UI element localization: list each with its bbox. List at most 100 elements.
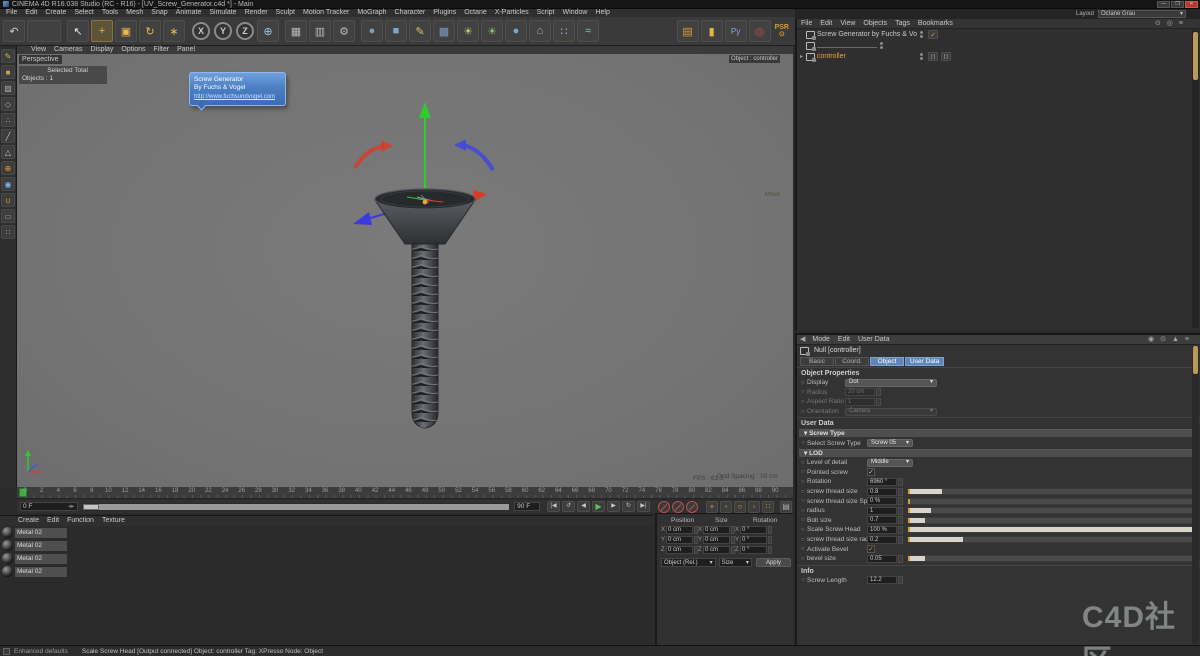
menu-main-x-particles[interactable]: X-Particles <box>491 9 533 17</box>
minimize-button[interactable]: — <box>1157 1 1170 8</box>
maximize-button[interactable]: ❐ <box>1171 1 1184 8</box>
coord-position-x-field[interactable]: 0 cm <box>666 526 693 534</box>
menu-main-mograph[interactable]: MoGraph <box>353 9 390 17</box>
screw-length-field[interactable]: 12.2 <box>867 576 897 584</box>
close-button[interactable]: ✕ <box>1185 1 1198 8</box>
enable-axis-icon[interactable]: ⊕ <box>1 161 15 175</box>
gizmo-center[interactable] <box>423 200 428 205</box>
screw-thread-size-radius-slider[interactable] <box>907 536 1196 543</box>
z-axis-button[interactable]: Z <box>236 22 254 40</box>
snap-icon[interactable]: ∪ <box>1 193 15 207</box>
menu-om-objects[interactable]: Objects <box>859 20 891 28</box>
keyframe-presets-button[interactable]: ▤ <box>780 501 792 513</box>
scale-screw-head-field[interactable]: 100 % <box>867 526 897 534</box>
goto-start-button[interactable]: |◀ <box>547 501 560 512</box>
menu-viewport-filter[interactable]: Filter <box>150 46 174 54</box>
cycle-button[interactable]: ↻ <box>622 501 635 512</box>
record-rotation-toggle[interactable]: ○ <box>734 501 746 513</box>
xpresso-tag-icon[interactable]: {:} <box>941 52 951 61</box>
menu-materials-texture[interactable]: Texture <box>98 517 129 525</box>
spinner[interactable] <box>898 555 903 563</box>
simulate-icon[interactable]: ≈ <box>577 20 599 42</box>
record-position-toggle[interactable]: + <box>706 501 718 513</box>
edges-mode-icon[interactable]: ╱ <box>1 129 15 143</box>
coord-rotation-x-field[interactable]: 0 ° <box>740 526 767 534</box>
spinner[interactable] <box>898 576 903 584</box>
open-project-icon[interactable]: ▤ <box>677 20 699 42</box>
coord-rotation-z-field[interactable]: 0 ° <box>740 546 767 554</box>
new-material-icon[interactable]: ● <box>361 20 383 42</box>
move-tool-icon[interactable]: + <box>91 20 113 42</box>
spinner[interactable] <box>768 546 772 554</box>
target-light-icon[interactable]: ☀ <box>481 20 503 42</box>
visibility-dots[interactable] <box>917 53 925 61</box>
make-editable-icon[interactable]: ✎ <box>1 49 15 63</box>
menu-om-file[interactable]: File <box>797 20 816 28</box>
menu-am-mode[interactable]: Mode <box>808 336 834 344</box>
material-item-4[interactable]: Metal 02 <box>0 565 653 578</box>
lock-icon[interactable]: ◉ <box>1145 335 1157 344</box>
menu-om-edit[interactable]: Edit <box>816 20 836 28</box>
om-scrollbar[interactable] <box>1192 30 1199 328</box>
visibility-dots[interactable] <box>877 42 885 50</box>
menu-am-user-data[interactable]: User Data <box>854 336 894 344</box>
material-item-2[interactable]: Metal 02 <box>0 539 653 552</box>
menu-viewport-view[interactable]: View <box>27 46 50 54</box>
menu-viewport-options[interactable]: Options <box>117 46 149 54</box>
render-settings-icon[interactable]: ⚙ <box>333 20 355 42</box>
viewport-solo-icon[interactable]: ◉ <box>1 177 15 191</box>
menu-main-script[interactable]: Script <box>533 9 559 17</box>
polygons-mode-icon[interactable]: △ <box>1 145 15 159</box>
coord-size-y-field[interactable]: 0 cm <box>703 536 730 544</box>
coord-rotation-y-field[interactable]: 0 ° <box>740 536 767 544</box>
loop-button[interactable]: ↺ <box>562 501 575 512</box>
timeline-range-slider[interactable] <box>82 503 511 511</box>
select-screw-type-dropdown[interactable]: Screw 05▾ <box>867 439 913 447</box>
menu-main-animate[interactable]: Animate <box>172 9 206 17</box>
bevel-size-field[interactable]: 0.05 <box>867 555 897 563</box>
menu-main-motion-tracker[interactable]: Motion Tracker <box>299 9 353 17</box>
display-dropdown[interactable]: Dot▾ <box>845 379 937 387</box>
search-icon[interactable]: ⊙ <box>1152 19 1164 28</box>
workplane-mode-icon[interactable]: ◇ <box>1 97 15 111</box>
menu-main-sculpt[interactable]: Sculpt <box>272 9 299 17</box>
menu-main-character[interactable]: Character <box>391 9 430 17</box>
pen-spline-icon[interactable]: ✎ <box>409 20 431 42</box>
panel-menu-icon[interactable]: ≡ <box>1182 335 1192 344</box>
render-picture-viewer-icon[interactable]: ▥ <box>309 20 331 42</box>
spinner[interactable] <box>898 516 903 524</box>
tab-user-data[interactable]: User Data <box>905 357 944 366</box>
tab-coord[interactable]: Coord. <box>835 357 869 366</box>
bolt-size-slider[interactable] <box>907 517 1196 524</box>
menu-om-tags[interactable]: Tags <box>891 20 914 28</box>
am-scrollbar-thumb[interactable] <box>1193 346 1198 374</box>
menu-main-simulate[interactable]: Simulate <box>205 9 240 17</box>
spinner[interactable] <box>898 526 903 534</box>
menu-viewport-display[interactable]: Display <box>86 46 117 54</box>
y-axis-button[interactable]: Y <box>214 22 232 40</box>
spinner[interactable] <box>898 497 903 505</box>
menu-materials-edit[interactable]: Edit <box>43 517 63 525</box>
spinner[interactable] <box>768 536 772 544</box>
coord-size-z-field[interactable]: 0 cm <box>703 546 730 554</box>
viewport-canvas[interactable]: Perspective Selected Total Objects : 1 O… <box>17 54 793 487</box>
radius-slider[interactable] <box>907 507 1196 514</box>
up-icon[interactable]: ▲ <box>1169 335 1182 344</box>
menu-main-help[interactable]: Help <box>591 9 613 17</box>
object-row-unnamed[interactable] <box>797 40 1200 51</box>
rotate-z-handle[interactable] <box>454 139 493 170</box>
coordinate-system-icon[interactable]: ⊕ <box>257 20 279 42</box>
level-of-detail-dropdown[interactable]: Middle▾ <box>867 459 913 467</box>
current-frame-field[interactable]: 0 F◂▸ <box>20 502 78 511</box>
scale-screw-head-slider[interactable] <box>907 526 1196 533</box>
rotate-tool-icon[interactable]: ↻ <box>139 20 161 42</box>
object-row-screw-generator-by-fuchs-vogel[interactable]: Screw Generator by Fuchs & Vogel✓ <box>797 29 1200 40</box>
last-tool-icon[interactable]: ∗ <box>163 20 185 42</box>
bevel-size-slider[interactable] <box>907 555 1196 562</box>
menu-main-window[interactable]: Window <box>559 9 592 17</box>
spinner[interactable] <box>898 478 903 486</box>
visibility-dots[interactable] <box>917 31 925 39</box>
render-view-icon[interactable]: ▦ <box>285 20 307 42</box>
menu-main-octane[interactable]: Octane <box>460 9 491 17</box>
check-tag-icon[interactable]: ✓ <box>928 30 938 39</box>
